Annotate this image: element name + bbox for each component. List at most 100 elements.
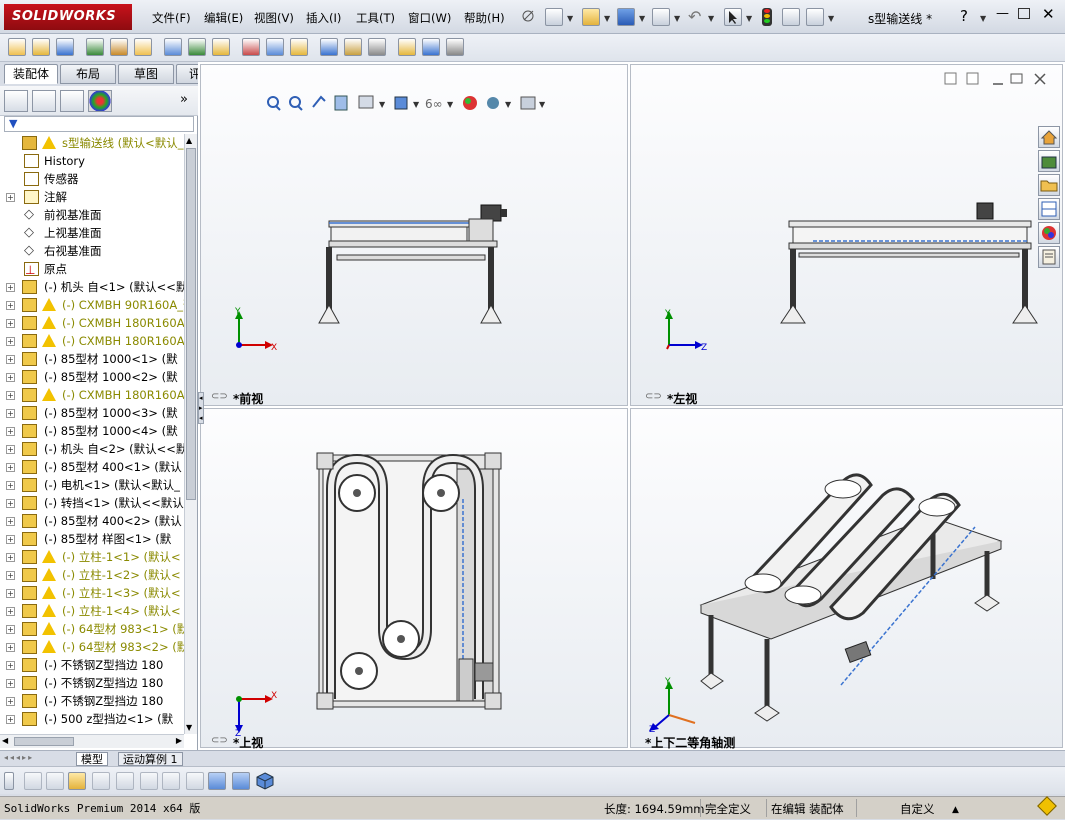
tab-scroll-arrows-icon[interactable]: ◂◂◂▸▸ bbox=[4, 753, 34, 762]
view-palette-icon[interactable] bbox=[1038, 198, 1060, 220]
tree-item[interactable]: + (-) 转挡<1> (默认<<默认 bbox=[0, 494, 184, 512]
interference-icon[interactable] bbox=[186, 772, 204, 790]
tree-item[interactable]: + (-) 立柱-1<4> (默认< bbox=[0, 602, 184, 620]
tree-item[interactable]: + (-) 85型材 1000<1> (默 bbox=[0, 350, 184, 368]
undo-icon[interactable]: ↶ bbox=[688, 7, 701, 26]
tree-vertical-scrollbar[interactable]: ▲ ▼ bbox=[184, 134, 197, 734]
status-units[interactable]: 自定义 bbox=[896, 799, 939, 817]
interference-detection-icon[interactable] bbox=[344, 38, 362, 56]
panel-collapse-handle[interactable]: ◂ ▸ ◂ bbox=[198, 392, 204, 424]
tree-item[interactable]: + (-) 机头 自<2> (默认<<默 bbox=[0, 440, 184, 458]
expand-toggle-icon[interactable]: + bbox=[6, 283, 15, 292]
mate-tool-icon[interactable] bbox=[92, 772, 110, 790]
chevron-down-icon[interactable]: ▼ bbox=[980, 14, 986, 23]
expand-toggle-icon[interactable]: + bbox=[6, 355, 15, 364]
dimension-tool-icon[interactable] bbox=[116, 772, 134, 790]
linear-pattern-icon[interactable] bbox=[86, 38, 104, 56]
smart-fasteners-icon[interactable] bbox=[110, 38, 128, 56]
tab-model[interactable]: 模型 bbox=[76, 752, 108, 766]
expand-toggle-icon[interactable]: + bbox=[6, 607, 15, 616]
tree-item[interactable]: + (-) 机头 自<1> (默认<<默 bbox=[0, 278, 184, 296]
expand-toggle-icon[interactable]: + bbox=[6, 697, 15, 706]
tree-item[interactable]: + (-) CXMBH 180R160A_预 bbox=[0, 386, 184, 404]
chevron-down-icon[interactable]: ▼ bbox=[639, 14, 645, 23]
expand-toggle-icon[interactable]: + bbox=[6, 319, 15, 328]
expand-toggle-icon[interactable]: + bbox=[6, 715, 15, 724]
tree-hscroll-thumb[interactable] bbox=[14, 737, 74, 746]
hole-alignment-icon[interactable] bbox=[398, 38, 416, 56]
tree-item[interactable]: + (-) 电机<1> (默认<默认_ bbox=[0, 476, 184, 494]
viewport-isometric[interactable]: Y Z *上下二等角轴测 bbox=[630, 408, 1063, 750]
expand-toggle-icon[interactable]: + bbox=[6, 373, 15, 382]
expand-toggle-icon[interactable]: + bbox=[6, 625, 15, 634]
open-part-icon[interactable] bbox=[68, 772, 86, 790]
file-explorer-icon[interactable] bbox=[1038, 174, 1060, 196]
tab-0[interactable]: 装配体 bbox=[4, 64, 58, 84]
options-icon[interactable] bbox=[806, 8, 824, 26]
expand-toggle-icon[interactable]: + bbox=[6, 337, 15, 346]
tree-horizontal-scrollbar[interactable]: ◀ ▶ bbox=[0, 734, 184, 748]
tree-item[interactable]: ⊥ 原点 bbox=[0, 260, 184, 278]
tree-item[interactable]: + (-) 85型材 1000<2> (默 bbox=[0, 368, 184, 386]
expand-toggle-icon[interactable]: + bbox=[6, 553, 15, 562]
move-component-icon[interactable] bbox=[134, 38, 152, 56]
move-component-icon[interactable] bbox=[140, 772, 158, 790]
menu-window[interactable]: 窗口(W) bbox=[408, 10, 451, 26]
tree-item[interactable]: + (-) CXMBH 180R160A_预 bbox=[0, 332, 184, 350]
pin-icon[interactable] bbox=[520, 8, 536, 24]
expand-toggle-icon[interactable]: + bbox=[6, 193, 15, 202]
help-icon[interactable]: ? bbox=[960, 7, 968, 25]
scroll-left-arrow[interactable]: ◀ bbox=[2, 736, 8, 745]
design-library-icon[interactable] bbox=[1038, 150, 1060, 172]
new-part-icon[interactable] bbox=[32, 38, 50, 56]
scroll-right-arrow[interactable]: ▶ bbox=[176, 736, 182, 745]
viewport-front[interactable]: ▼ ▼ 6∞ ▼ ▼ ▼ Y X ⊂⊃ *前视 bbox=[200, 64, 628, 406]
chevron-down-icon[interactable]: ▼ bbox=[828, 14, 834, 23]
menu-insert[interactable]: 插入(I) bbox=[306, 10, 341, 26]
scroll-down-arrow[interactable]: ▼ bbox=[186, 723, 192, 732]
menu-help[interactable]: 帮助(H) bbox=[464, 10, 505, 26]
graphics-area[interactable]: ▼ ▼ 6∞ ▼ ▼ ▼ Y X ⊂⊃ *前视 Y Z ⊂⊃ *左视 X Z ⊂… bbox=[198, 62, 1065, 750]
maximize-window-button[interactable] bbox=[1018, 8, 1030, 19]
expand-toggle-icon[interactable]: + bbox=[6, 391, 15, 400]
tab-1[interactable]: 布局 bbox=[60, 64, 116, 84]
chevron-down-icon[interactable]: ▼ bbox=[567, 14, 573, 23]
chevron-down-icon[interactable]: ▼ bbox=[674, 14, 680, 23]
tree-item[interactable]: + (-) 85型材 样图<1> (默 bbox=[0, 530, 184, 548]
expand-toggle-icon[interactable]: + bbox=[6, 481, 15, 490]
single-viewport-icon[interactable] bbox=[208, 772, 226, 790]
tree-item[interactable]: ◇ 上视基准面 bbox=[0, 224, 184, 242]
assembly-features-icon[interactable] bbox=[188, 38, 206, 56]
tree-item[interactable]: + (-) 85型材 400<2> (默认 bbox=[0, 512, 184, 530]
tree-item[interactable]: + (-) 不锈钢Z型挡边 180 bbox=[0, 692, 184, 710]
tab-motion-study[interactable]: 运动算例 1 bbox=[118, 752, 183, 766]
link-views-icon[interactable]: ⊂⊃ bbox=[211, 735, 228, 746]
tree-item[interactable]: + (-) 立柱-1<1> (默认< bbox=[0, 548, 184, 566]
property-manager-tab-icon[interactable] bbox=[32, 90, 56, 112]
configuration-manager-tab-icon[interactable] bbox=[60, 90, 84, 112]
expand-toggle-icon[interactable]: + bbox=[6, 571, 15, 580]
edit-sketch-icon[interactable] bbox=[46, 772, 64, 790]
viewport-top[interactable]: X Z ⊂⊃ *上视 bbox=[200, 408, 628, 750]
isometric-cube-icon[interactable] bbox=[256, 772, 274, 790]
expand-toggle-icon[interactable]: + bbox=[6, 463, 15, 472]
four-viewport-icon[interactable] bbox=[232, 772, 250, 790]
tab-2[interactable]: 草图 bbox=[118, 64, 174, 84]
tree-item[interactable]: + (-) 64型材 983<2> (默 bbox=[0, 638, 184, 656]
instant3d-icon[interactable] bbox=[422, 38, 440, 56]
expand-panel-icon[interactable]: » bbox=[180, 92, 188, 107]
expand-toggle-icon[interactable]: + bbox=[6, 589, 15, 598]
menu-file[interactable]: 文件(F) bbox=[152, 10, 191, 26]
expand-toggle-icon[interactable]: + bbox=[6, 445, 15, 454]
units-dropdown-icon[interactable]: ▲ bbox=[952, 800, 959, 820]
expand-toggle-icon[interactable]: + bbox=[6, 661, 15, 670]
new-motion-study-icon[interactable] bbox=[242, 38, 260, 56]
tree-filter-input[interactable]: ▼ bbox=[4, 116, 194, 132]
tree-item[interactable]: ◇ 右视基准面 bbox=[0, 242, 184, 260]
tree-scroll-thumb[interactable] bbox=[186, 148, 196, 500]
clearance-verification-icon[interactable] bbox=[368, 38, 386, 56]
new-document-icon[interactable] bbox=[545, 8, 563, 26]
tree-item[interactable]: + (-) 64型材 983<1> (默 bbox=[0, 620, 184, 638]
tree-item[interactable]: ◇ 前视基准面 bbox=[0, 206, 184, 224]
expand-toggle-icon[interactable]: + bbox=[6, 409, 15, 418]
